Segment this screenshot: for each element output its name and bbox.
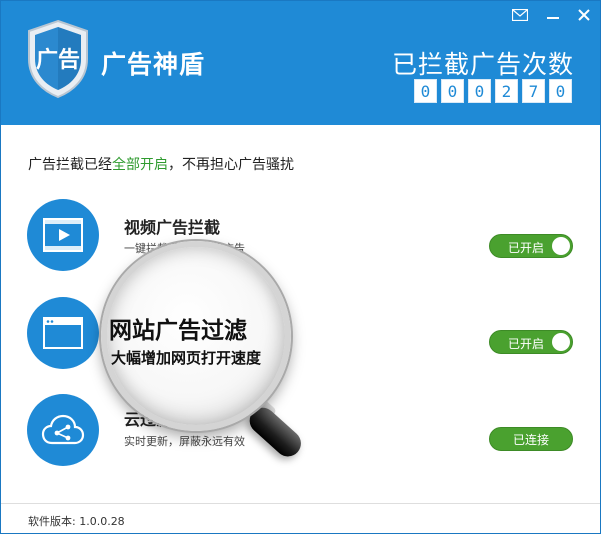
- footer-divider: [1, 503, 600, 504]
- feature-title-video: 视频广告拦截: [124, 218, 221, 237]
- header: 广告 广告神盾 已拦截广告次数 0 0 0 2 7 0: [1, 1, 600, 125]
- toggle-knob: [552, 333, 570, 351]
- version-text: 软件版本: 1.0.0.28: [28, 515, 125, 528]
- video-filter-toggle[interactable]: 已开启: [489, 234, 573, 258]
- envelope-icon[interactable]: [509, 5, 531, 25]
- feature-desc-cloud: 实时更新，屏蔽永远有效: [124, 435, 245, 448]
- web-filter-toggle[interactable]: 已开启: [489, 330, 573, 354]
- status-prefix: 广告拦截已经: [28, 157, 112, 173]
- minimize-icon[interactable]: [542, 5, 564, 25]
- blocked-count-digits: 0 0 0 2 7 0: [414, 79, 572, 103]
- browser-window-icon: [27, 297, 99, 369]
- toggle-label: 已开启: [508, 337, 545, 351]
- app-window: 广告 广告神盾 已拦截广告次数 0 0 0 2 7 0 广告拦截已经全部开启，不…: [0, 0, 601, 534]
- status-suffix: ，不再担心广告骚扰: [168, 157, 294, 173]
- count-digit: 0: [414, 79, 437, 103]
- app-title: 广告神盾: [101, 50, 206, 79]
- shield-logo-icon: 广告: [25, 19, 91, 99]
- cloud-connected-button[interactable]: 已连接: [489, 427, 573, 451]
- toggle-label: 已开启: [508, 241, 545, 255]
- count-digit: 0: [468, 79, 491, 103]
- count-digit: 7: [522, 79, 545, 103]
- count-digit: 0: [549, 79, 572, 103]
- magnified-feature-desc: 大幅增加网页打开速度: [111, 349, 262, 367]
- video-icon: [27, 199, 99, 271]
- close-icon[interactable]: [573, 5, 595, 25]
- count-digit: 2: [495, 79, 518, 103]
- count-digit: 0: [441, 79, 464, 103]
- blocked-count-label: 已拦截广告次数: [391, 50, 574, 79]
- svg-text:广告: 广告: [36, 47, 80, 72]
- cloud-share-icon: [27, 394, 99, 466]
- protection-status-text: 广告拦截已经全部开启，不再担心广告骚扰: [28, 154, 294, 174]
- status-highlight: 全部开启: [112, 157, 168, 173]
- magnified-feature-title: 网站广告过滤: [109, 318, 247, 344]
- magnifier-lens: 网站广告过滤 大幅增加网页打开速度: [101, 241, 291, 431]
- toggle-knob: [552, 237, 570, 255]
